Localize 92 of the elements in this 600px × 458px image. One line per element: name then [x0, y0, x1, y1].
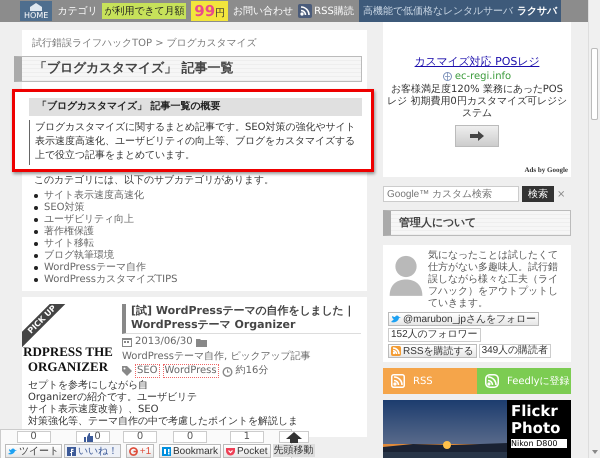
reading-time: 約16分 [236, 365, 268, 377]
rss-icon [298, 4, 312, 18]
scroll-down-icon [591, 449, 599, 455]
right-arrow-icon [470, 131, 484, 141]
scrollbar[interactable] [588, 0, 600, 458]
thumbnail-text: ORGANIZER [28, 359, 108, 374]
tag-icon [122, 366, 132, 376]
flickr-title: Flickr [511, 403, 559, 420]
bookmark-icon [162, 446, 171, 456]
subcategory-intro: このカテゴリには、以下のサブカテゴリがあります。 [34, 175, 275, 187]
ad-arrow-button[interactable] [455, 125, 499, 147]
google-icon [128, 446, 138, 456]
ad-domain-link[interactable]: ec-regi.info [454, 71, 512, 82]
bullet-icon [34, 218, 38, 222]
google-share-button[interactable]: +1 [126, 444, 154, 458]
excerpt-text: 対策強化等、テーマ自作の中で考慮したポイントを解説しま [28, 416, 298, 428]
photo-caption: Nikon D800 [511, 439, 567, 448]
share-count: 0 [173, 431, 207, 443]
clock-icon [222, 366, 233, 376]
search-field[interactable]: Google™ カスタム検索 [383, 186, 519, 202]
facebook-share-button[interactable]: いいね！ [64, 444, 121, 458]
subscriber-count: 349人の購読者 [478, 344, 552, 358]
facebook-icon [67, 446, 76, 456]
excerpt-text: サイト表示速度改善）、SEO [28, 404, 159, 416]
bird-icon [391, 314, 401, 324]
rss-subscribe-button[interactable]: RSSを購読する [388, 344, 477, 358]
thumbnail-text: RDPRESS THE [23, 344, 113, 359]
breadcrumb[interactable]: 試行錯誤ライフハックTOP > ブログカスタマイズ [22, 38, 367, 50]
share-count: 0 [123, 431, 157, 443]
globe-icon [442, 72, 452, 81]
folder-icon [196, 338, 207, 346]
up-arrow-icon [286, 432, 302, 442]
subcategory-link[interactable]: 著作権保護 [44, 226, 94, 238]
price-unit: 円 [215, 7, 226, 20]
category-links[interactable]: WordPressテーマ自作, ピックアップ記事 [122, 351, 310, 363]
bullet-icon [34, 230, 38, 234]
subcategory-link[interactable]: SEO対策 [44, 202, 85, 214]
banner-tagline: 高機能で低価格なレンタルサーバ [362, 4, 513, 18]
tag-link[interactable]: SEO [135, 364, 160, 378]
tag-link[interactable]: WordPress [162, 364, 219, 378]
bullet-icon [34, 254, 38, 258]
profile-bio: 気になったことは試したくて仕方がない多趣味人。試行錯誤しながら様々な工夫（ライフハック）をアウトプットしていきます。 [428, 250, 559, 310]
hatena-share-button[interactable]: Bookmark [159, 444, 222, 458]
pocket-share-button[interactable]: Pocket [223, 444, 271, 458]
like-count: 0 [94, 432, 101, 442]
subcategory-link[interactable]: ブログ執筆環境 [44, 250, 114, 262]
bullet-icon [34, 266, 38, 270]
nav-link[interactable]: お問い合わせ [233, 4, 294, 18]
bullet-icon [34, 278, 38, 282]
follow-button[interactable]: @marubon_jpさんをフォロー [388, 312, 539, 326]
bird-icon [8, 446, 17, 456]
banner-brand: ラクサバ [516, 5, 557, 18]
summary-text: ブログカスタマイズに関するまとめ記事です。SEO対策の強化やサイト表示速度高速化、ユーザビリティの向上等、ブログをカスタマイズする上で役立つ記事をまとめています。 [29, 120, 362, 165]
bullet-icon [34, 194, 38, 198]
scroll-top-button[interactable] [278, 431, 309, 443]
article-date: 2013/06/30 [135, 336, 193, 348]
section-title: 管理人について [399, 216, 477, 230]
summary-heading: 「ブログカスタマイズ」 記事一覧の概要 [29, 98, 362, 116]
search-button[interactable]: 検索 [522, 186, 554, 202]
feed-icon [485, 374, 499, 388]
nav-link[interactable]: カテゴリ [57, 4, 98, 18]
ad-description: お客様満足度120% 業務にあったPOSレジ 初期費用0円カスタマイズ可レジシステム [387, 84, 567, 120]
bullet-icon [34, 206, 38, 210]
subcategory-link[interactable]: サイト移転 [44, 238, 94, 250]
flickr-title: Photo [511, 420, 562, 437]
follower-count: 152人のフォロワー [388, 328, 481, 342]
bullet-icon [34, 242, 38, 246]
ad-title-link[interactable]: カスマイズ対応 POSレジ [414, 54, 540, 69]
rss-icon [391, 374, 405, 388]
rss-icon [391, 346, 401, 356]
excerpt-text: Organizerの紹介です。ユーザビリテ [28, 392, 197, 404]
home-link[interactable]: HOME [20, 1, 52, 21]
excerpt-text: セプトを参考にしながら自 [28, 380, 148, 392]
house-icon [29, 2, 44, 11]
subcategory-link[interactable]: WordPressテーマ自作 [44, 262, 146, 274]
subcategory-link[interactable]: サイト表示速度高速化 [44, 190, 144, 202]
page-title: 「ブログカスタマイズ」 記事一覧 [34, 61, 235, 77]
share-count: 0 [16, 431, 50, 443]
subcategory-link[interactable]: ユーザビリティ向上 [44, 214, 134, 226]
banner-text: が利用できて月額 [102, 3, 186, 19]
scroll-thumb[interactable] [591, 48, 598, 120]
share-count: 1 [230, 431, 264, 443]
clear-icon[interactable]: × [557, 188, 566, 200]
scroll-top-label: 先頭移動 [272, 444, 315, 457]
thumbs-up-icon [84, 432, 94, 442]
calendar-icon [122, 337, 132, 347]
price-number: 99 [194, 1, 216, 21]
article-title[interactable]: [試] WordPressテーマの自作をしました | WordPressテーマ Organizer [122, 304, 361, 334]
pocket-icon [226, 446, 236, 456]
twitter-share-button[interactable]: ツイート [5, 444, 62, 458]
subcategory-link[interactable]: WordPressカスタマイズTIPS [44, 274, 178, 286]
nav-link[interactable]: RSS購読 [298, 4, 354, 18]
